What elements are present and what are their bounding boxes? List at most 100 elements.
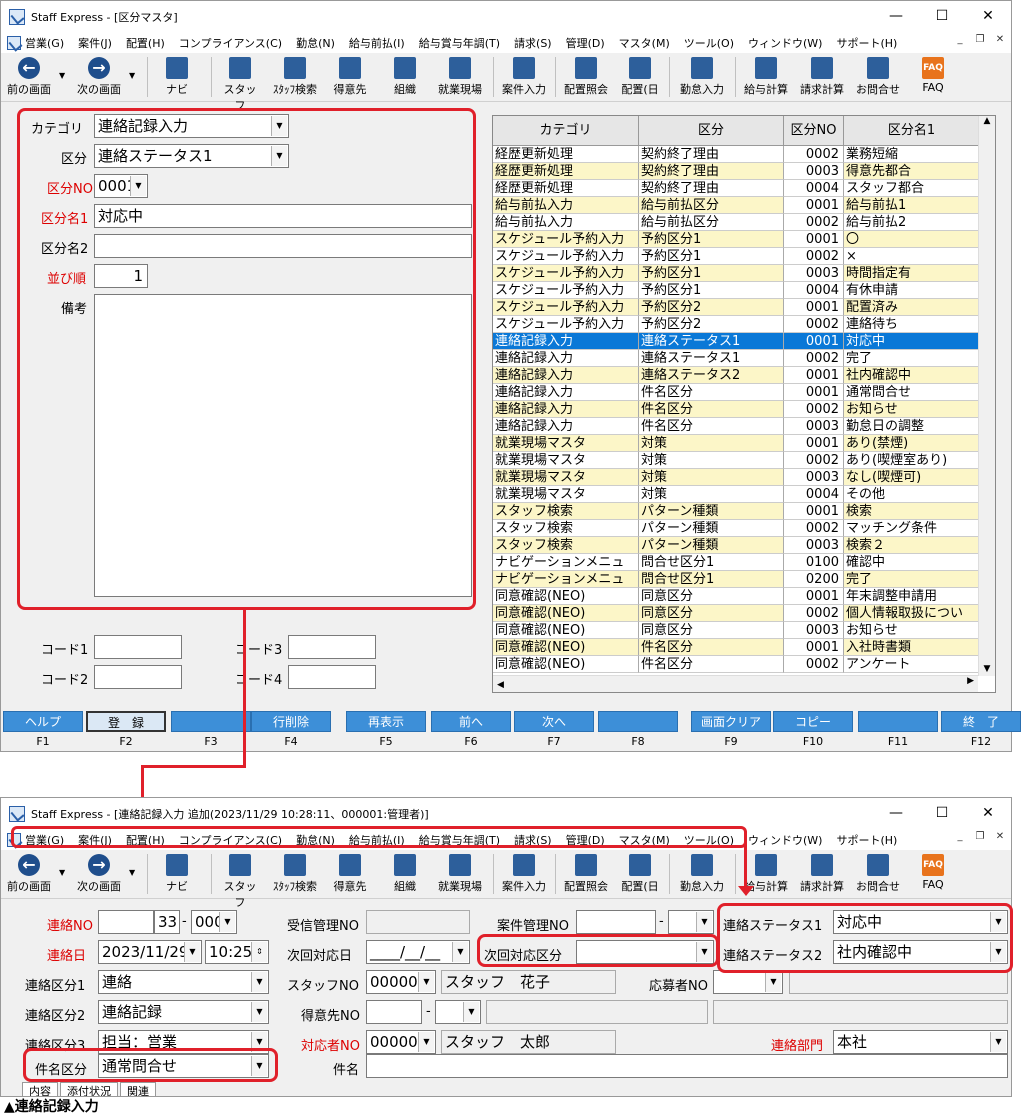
back-dropdown-icon[interactable]: ▼ [59,868,65,877]
grid-header-kubun-no[interactable]: 区分NO [784,116,844,146]
toolbar-haichi-day-button[interactable]: 配置(日 [617,852,663,897]
menu-window[interactable]: ウィンドウ(W) [748,35,822,51]
fkey-f9-button[interactable]: 画面クリア [691,711,771,732]
mdi-close-button[interactable]: ✕ [993,34,1007,45]
toolbar-back-button[interactable]: ← 前の画面 [3,852,55,897]
menu-window[interactable]: ウィンドウ(W) [748,832,822,848]
minimize-button[interactable]: — [873,1,919,32]
menu-anken[interactable]: 案件(J) [78,35,112,51]
menu-eigyo[interactable]: 営業(G) [25,35,64,51]
code4-input[interactable] [288,665,376,689]
mdi-minimize-button[interactable]: _ [953,34,967,45]
fkey-f8-button[interactable] [598,711,678,732]
fkey-f2-button[interactable]: 登 録 [86,711,166,732]
table-row[interactable]: 連絡記録入力 連絡ステータス2 0001 社内確認中 [493,367,980,384]
fkey-f10-button[interactable]: コピー [773,711,853,732]
table-row[interactable]: 同意確認(NEO) 件名区分 0001 入社時書類 [493,639,980,656]
table-row[interactable]: 経歴更新処理 契約終了理由 0004 スタッフ都合 [493,180,980,197]
toolbar-anken-button[interactable]: 案件入力 [497,852,551,897]
toolbar-anken-button[interactable]: 案件入力 [497,55,551,100]
table-row[interactable]: 就業現場マスタ 対策 0004 その他 [493,486,980,503]
toolbar-client-button[interactable]: 得意先 [329,852,371,897]
code3-input[interactable] [288,635,376,659]
fkey-f7-button[interactable]: 次へ [514,711,594,732]
table-row[interactable]: ナビゲーションメニュ 問合せ区分1 0200 完了 [493,571,980,588]
toolbar-forward-button[interactable]: → 次の画面 [73,55,125,100]
maximize-button[interactable]: ☐ [919,798,965,829]
fkey-f6-button[interactable]: 前へ [431,711,511,732]
table-row[interactable]: 給与前払入力 給与前払区分 0002 給与前払2 [493,214,980,231]
menu-kyuyo[interactable]: 給与賞与年調(T) [419,35,500,51]
toolbar-haichi-day-button[interactable]: 配置(日 [617,55,663,100]
table-row[interactable]: スケジュール予約入力 予約区分1 0004 有休申請 [493,282,980,299]
menu-maebarai[interactable]: 給与前払(I) [349,35,405,51]
table-row[interactable]: スタッフ検索 パターン種類 0001 検索 [493,503,980,520]
fkey-f12-button[interactable]: 終 了 [941,711,1021,732]
table-row[interactable]: 就業現場マスタ 対策 0001 あり(禁煙) [493,435,980,452]
table-row-selected[interactable]: 連絡記録入力 連絡ステータス1 0001 対応中 [493,333,980,350]
table-row[interactable]: 同意確認(NEO) 同意区分 0003 お知らせ [493,622,980,639]
table-row[interactable]: 同意確認(NEO) 件名区分 0002 アンケート [493,656,980,673]
fkey-f5-button[interactable]: 再表示 [346,711,426,732]
menu-master[interactable]: マスタ(M) [619,35,670,51]
forward-dropdown-icon[interactable]: ▼ [129,868,135,877]
fkey-f1-button[interactable]: ヘルプ [3,711,83,732]
toolbar-inquiry-button[interactable]: お問合せ [853,55,903,100]
toolbar-org-button[interactable]: 組織 [385,852,425,897]
grid-header-kubun[interactable]: 区分 [639,116,784,146]
toolbar-haichi-inquiry-button[interactable]: 配置照会 [559,852,613,897]
toolbar-staff-button[interactable]: スタッフ [219,55,261,112]
menu-tool[interactable]: ツール(O) [684,35,734,51]
toolbar-staff-search-button[interactable]: ｽﾀｯﾌ検索 [267,852,323,897]
kubun2-select[interactable]: 連絡記録 ▼ [98,1000,269,1024]
toolbar-faq-button[interactable]: FAQ FAQ [913,55,953,100]
renraku-no-input[interactable] [98,910,154,934]
mdi-restore-button[interactable]: ❐ [973,831,987,842]
table-row[interactable]: 同意確認(NEO) 同意区分 0001 年末調整申請用 [493,588,980,605]
anken-no-sub-select[interactable]: ▼ [668,910,714,934]
scroll-left-icon[interactable]: ◀ [497,680,504,690]
menu-seikyu[interactable]: 請求(S) [514,35,552,51]
tokui-no-input[interactable] [366,1000,422,1024]
menu-support[interactable]: サポート(H) [836,35,897,51]
table-row[interactable]: ナビゲーションメニュ 問合せ区分1 0100 確認中 [493,554,980,571]
kubun-grid[interactable]: カテゴリ 区分 区分NO 区分名1 経歴更新処理 契約終了理由 0002 業務短縮 経歴… [492,115,996,693]
tab-naiyou[interactable]: 内容 [22,1082,58,1096]
toolbar-client-button[interactable]: 得意先 [329,55,371,100]
table-row[interactable]: 就業現場マスタ 対策 0003 なし(喫煙可) [493,469,980,486]
toolbar-forward-button[interactable]: → 次の画面 [73,852,125,897]
fkey-f11-button[interactable] [858,711,938,732]
close-button[interactable]: ✕ [965,798,1011,829]
toolbar-navi-button[interactable]: ナビ [157,852,197,897]
table-row[interactable]: 連絡記録入力 件名区分 0003 勤怠日の調整 [493,418,980,435]
toolbar-faq-button[interactable]: FAQ FAQ [913,852,953,897]
scroll-down-icon[interactable]: ▼ [979,664,995,674]
grid-header-kubun-name1[interactable]: 区分名1 [844,116,980,146]
renraku-no-sub-select[interactable]: 000 ▼ [191,910,237,934]
toolbar-org-button[interactable]: 組織 [385,55,425,100]
grid-header-category[interactable]: カテゴリ [493,116,639,146]
table-row[interactable]: スタッフ検索 パターン種類 0002 マッチング条件 [493,520,980,537]
code2-input[interactable] [94,665,182,689]
kubun1-select[interactable]: 連絡 ▼ [98,970,269,994]
staff-no-select[interactable]: 000002 ▼ [366,970,436,994]
menu-kanri[interactable]: 管理(D) [566,35,605,51]
maximize-button[interactable]: ☐ [919,1,965,32]
menu-haichi[interactable]: 配置(H) [126,35,165,51]
table-row[interactable]: 経歴更新処理 契約終了理由 0003 得意先都合 [493,163,980,180]
table-row[interactable]: スケジュール予約入力 予約区分1 0002 × [493,248,980,265]
table-row[interactable]: 連絡記録入力 件名区分 0001 通常問合せ [493,384,980,401]
fkey-f3-button[interactable] [171,711,251,732]
table-row[interactable]: スタッフ検索 パターン種類 0003 検索２ [493,537,980,554]
toolbar-staff-button[interactable]: スタッフ [219,852,261,909]
grid-vertical-scrollbar[interactable]: ▲ ▼ [978,116,995,676]
bumon-select[interactable]: 本社 ▼ [833,1030,1008,1054]
toolbar-back-button[interactable]: ← 前の画面 [3,55,55,100]
toolbar-site-button[interactable]: 就業現場 [433,55,487,100]
taiou-no-select[interactable]: 000005 ▼ [366,1030,436,1054]
tab-kanren[interactable]: 関連 [120,1082,156,1096]
minimize-button[interactable]: — [873,798,919,829]
toolbar-kyuyo-button[interactable]: 給与計算 [741,55,791,100]
next-date-picker[interactable]: ____/__/__ ▼ [366,940,470,964]
table-row[interactable]: 連絡記録入力 連絡ステータス1 0002 完了 [493,350,980,367]
